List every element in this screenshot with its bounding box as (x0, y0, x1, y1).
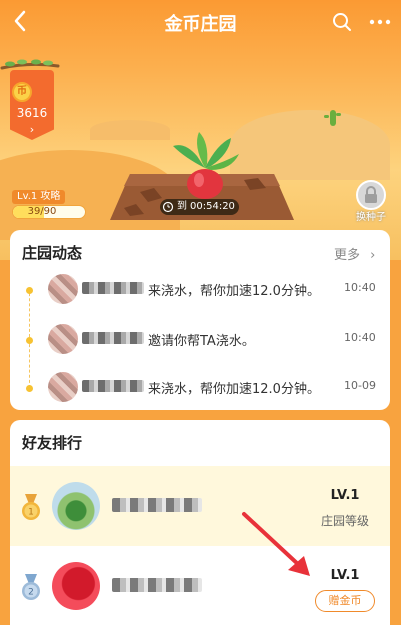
blurred-username (82, 380, 144, 392)
coin-count: 3616 (16, 106, 48, 120)
cactus-icon (324, 110, 341, 126)
list-item[interactable]: 来浇水，帮你加速12.0分钟。 10-09 (10, 370, 390, 410)
level-label: Lv.1 攻略 (12, 190, 66, 204)
timeline-dot (26, 287, 33, 294)
chevron-right-icon: › (29, 123, 35, 136)
timeline-dot (26, 337, 33, 344)
news-title: 庄园动态 (22, 244, 83, 262)
level-progress[interactable]: Lv.1 攻略 39/90 (12, 190, 88, 220)
rank-level: LV.1 (330, 568, 360, 583)
avatar (48, 274, 78, 304)
list-item[interactable]: 邀请你帮TA浇水。 10:40 (10, 322, 390, 362)
rank-number: 2 (28, 588, 34, 598)
feed-text: 邀请你帮TA浇水。 (148, 334, 255, 349)
top-bar: 金币庄园 (0, 0, 401, 44)
more-button[interactable] (366, 10, 394, 34)
friend-ranking-card: 好友排行 1 LV.1 庄园等级 2 LV.1 赠金币 (10, 420, 390, 625)
feed-time: 10-09 (344, 379, 376, 392)
timeline-dot (26, 385, 33, 392)
blurred-username (112, 578, 202, 592)
countdown-prefix: 到 (177, 201, 187, 212)
avatar (48, 324, 78, 354)
clock-icon (162, 201, 174, 213)
rank-level: LV.1 (330, 488, 360, 503)
gold-medal-icon: 1 (22, 494, 40, 520)
feed-text: 来浇水，帮你加速12.0分钟。 (148, 284, 320, 299)
countdown-time: 00:54:20 (190, 201, 235, 212)
search-button[interactable] (330, 10, 354, 34)
feed-time: 10:40 (344, 281, 376, 294)
feed-text: 来浇水，帮你加速12.0分钟。 (148, 382, 320, 397)
gift-coins-button[interactable]: 赠金币 (315, 590, 375, 612)
avatar (52, 482, 100, 530)
radish-plant-icon[interactable] (165, 128, 245, 200)
chevron-right-icon: › (370, 248, 376, 263)
ranking-row[interactable]: 1 LV.1 庄园等级 (10, 466, 390, 546)
rank-number: 1 (28, 508, 34, 518)
change-seed-button[interactable]: 换种子 (350, 180, 392, 226)
ranking-row[interactable]: 2 LV.1 赠金币 (10, 546, 390, 625)
blurred-username (82, 332, 144, 344)
blurred-username (112, 498, 202, 512)
growth-countdown: 到 00:54:20 (160, 199, 239, 215)
rank-sublabel: 庄园等级 (320, 514, 369, 528)
ranking-title: 好友排行 (22, 434, 83, 452)
feed-time: 10:40 (344, 331, 376, 344)
coin-icon: 币 (12, 82, 32, 102)
search-icon (333, 13, 351, 31)
avatar (48, 372, 78, 402)
more-label: 更多 (334, 248, 361, 263)
blurred-username (82, 282, 144, 294)
silver-medal-icon: 2 (22, 574, 40, 600)
lock-icon (356, 180, 386, 210)
list-item[interactable]: 来浇水，帮你加速12.0分钟。 10:40 (10, 272, 390, 312)
farm-news-card: 庄园动态 更多 › 来浇水，帮你加速12.0分钟。 10:40 邀请你帮TA浇水… (10, 230, 390, 410)
news-more-link[interactable]: 更多 › (334, 244, 375, 263)
ellipsis-icon (369, 19, 391, 25)
avatar (52, 562, 100, 610)
sand-dune (90, 120, 170, 140)
change-seed-label: 换种子 (356, 212, 386, 223)
level-progress-text: 39/90 (27, 206, 57, 217)
